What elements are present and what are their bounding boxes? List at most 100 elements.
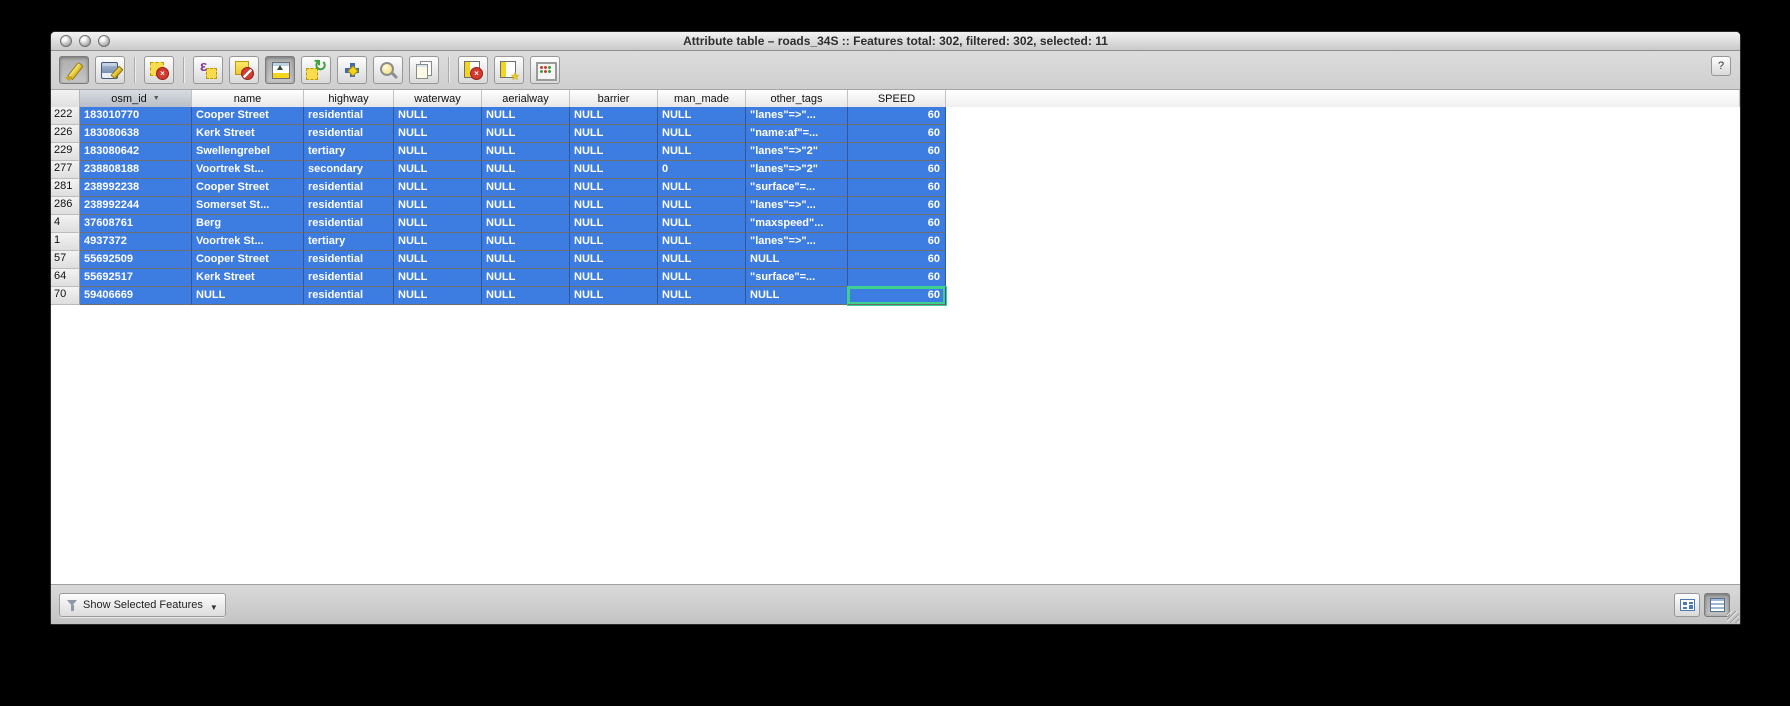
table-cell[interactable]: Voortrek St... bbox=[192, 233, 304, 251]
column-header-osm_id[interactable]: osm_id▼ bbox=[80, 90, 192, 107]
table-cell[interactable]: 238808188 bbox=[80, 161, 192, 179]
table-cell[interactable]: "surface"=... bbox=[746, 179, 848, 197]
table-cell[interactable]: NULL bbox=[570, 233, 658, 251]
copy-selected-button[interactable] bbox=[409, 56, 439, 84]
table-cell[interactable]: "maxspeed"... bbox=[746, 215, 848, 233]
table-cell[interactable]: NULL bbox=[482, 287, 570, 305]
table-cell[interactable]: 238992244 bbox=[80, 197, 192, 215]
table-cell[interactable]: NULL bbox=[394, 215, 482, 233]
row-header[interactable]: 1 bbox=[51, 233, 80, 251]
row-header[interactable]: 226 bbox=[51, 125, 80, 143]
table-cell[interactable]: Cooper Street bbox=[192, 107, 304, 125]
table-cell[interactable]: NULL bbox=[658, 269, 746, 287]
table-cell[interactable]: 0 bbox=[658, 161, 746, 179]
table-cell[interactable]: residential bbox=[304, 215, 394, 233]
table-cell[interactable]: 60 bbox=[848, 287, 946, 305]
table-cell[interactable]: residential bbox=[304, 269, 394, 287]
column-header-barrier[interactable]: barrier bbox=[570, 90, 658, 107]
delete-column-button[interactable] bbox=[458, 56, 488, 84]
table-cell[interactable]: residential bbox=[304, 125, 394, 143]
table-cell[interactable]: NULL bbox=[658, 107, 746, 125]
row-header[interactable]: 57 bbox=[51, 251, 80, 269]
table-cell[interactable]: 60 bbox=[848, 251, 946, 269]
table-cell[interactable]: NULL bbox=[482, 161, 570, 179]
table-cell[interactable]: NULL bbox=[394, 287, 482, 305]
pan-to-selected-button[interactable] bbox=[337, 56, 367, 84]
table-cell[interactable]: "lanes"=>"... bbox=[746, 233, 848, 251]
move-selection-to-top-button[interactable] bbox=[265, 56, 295, 84]
row-header[interactable]: 70 bbox=[51, 287, 80, 305]
table-cell[interactable]: 55692517 bbox=[80, 269, 192, 287]
table-cell[interactable]: secondary bbox=[304, 161, 394, 179]
zoom-window-button[interactable] bbox=[98, 35, 110, 47]
column-header-highway[interactable]: highway bbox=[304, 90, 394, 107]
table-cell[interactable]: NULL bbox=[570, 161, 658, 179]
table-cell[interactable]: Voortrek St... bbox=[192, 161, 304, 179]
table-cell[interactable]: "lanes"=>"2" bbox=[746, 143, 848, 161]
table-cell[interactable]: Kerk Street bbox=[192, 125, 304, 143]
delete-selected-button[interactable] bbox=[144, 56, 174, 84]
table-cell[interactable]: 60 bbox=[848, 107, 946, 125]
help-button[interactable]: ? bbox=[1711, 56, 1731, 76]
table-cell[interactable]: 60 bbox=[848, 161, 946, 179]
row-header[interactable]: 277 bbox=[51, 161, 80, 179]
table-cell[interactable]: NULL bbox=[658, 215, 746, 233]
invert-selection-button[interactable] bbox=[301, 56, 331, 84]
row-header[interactable]: 64 bbox=[51, 269, 80, 287]
table-cell[interactable]: residential bbox=[304, 197, 394, 215]
table-cell[interactable]: "lanes"=>"... bbox=[746, 197, 848, 215]
table-cell[interactable]: NULL bbox=[482, 251, 570, 269]
table-cell[interactable]: NULL bbox=[570, 125, 658, 143]
table-cell[interactable]: NULL bbox=[658, 179, 746, 197]
column-header-aerialway[interactable]: aerialway bbox=[482, 90, 570, 107]
table-cell[interactable]: Cooper Street bbox=[192, 251, 304, 269]
table-cell[interactable]: 60 bbox=[848, 215, 946, 233]
table-cell[interactable]: "lanes"=>"... bbox=[746, 107, 848, 125]
table-cell[interactable]: 183080642 bbox=[80, 143, 192, 161]
table-cell[interactable]: NULL bbox=[482, 107, 570, 125]
table-cell[interactable]: NULL bbox=[658, 233, 746, 251]
table-cell[interactable]: NULL bbox=[570, 107, 658, 125]
table-cell[interactable]: NULL bbox=[658, 143, 746, 161]
table-cell[interactable]: NULL bbox=[482, 233, 570, 251]
table-cell[interactable]: NULL bbox=[394, 161, 482, 179]
table-cell[interactable]: Berg bbox=[192, 215, 304, 233]
table-cell[interactable]: 4937372 bbox=[80, 233, 192, 251]
table-cell[interactable]: NULL bbox=[394, 197, 482, 215]
table-cell[interactable]: NULL bbox=[658, 251, 746, 269]
column-header-man_made[interactable]: man_made bbox=[658, 90, 746, 107]
table-cell[interactable]: 183080638 bbox=[80, 125, 192, 143]
table-cell[interactable]: residential bbox=[304, 287, 394, 305]
table-cell[interactable]: NULL bbox=[394, 125, 482, 143]
table-cell[interactable]: NULL bbox=[482, 125, 570, 143]
table-cell[interactable]: NULL bbox=[394, 143, 482, 161]
table-cell[interactable]: NULL bbox=[658, 197, 746, 215]
table-cell[interactable]: NULL bbox=[482, 215, 570, 233]
table-cell[interactable]: Cooper Street bbox=[192, 179, 304, 197]
table-cell[interactable]: tertiary bbox=[304, 143, 394, 161]
table-cell[interactable]: NULL bbox=[746, 251, 848, 269]
row-header[interactable]: 229 bbox=[51, 143, 80, 161]
zoom-to-selected-button[interactable] bbox=[373, 56, 403, 84]
window-resize-grip[interactable] bbox=[1727, 611, 1739, 623]
table-cell[interactable]: NULL bbox=[570, 143, 658, 161]
table-cell[interactable]: NULL bbox=[570, 269, 658, 287]
table-cell[interactable]: NULL bbox=[482, 143, 570, 161]
table-cell[interactable]: 238992238 bbox=[80, 179, 192, 197]
table-cell[interactable]: NULL bbox=[394, 179, 482, 197]
field-calculator-button[interactable] bbox=[530, 56, 560, 84]
row-header[interactable]: 222 bbox=[51, 107, 80, 125]
table-cell[interactable]: 60 bbox=[848, 179, 946, 197]
table-cell[interactable]: NULL bbox=[570, 179, 658, 197]
table-cell[interactable]: "name:af"=... bbox=[746, 125, 848, 143]
table-cell[interactable]: 183010770 bbox=[80, 107, 192, 125]
table-cell[interactable]: NULL bbox=[192, 287, 304, 305]
table-cell[interactable]: Somerset St... bbox=[192, 197, 304, 215]
table-cell[interactable]: 60 bbox=[848, 143, 946, 161]
table-cell[interactable]: residential bbox=[304, 107, 394, 125]
select-by-expression-button[interactable] bbox=[193, 56, 223, 84]
new-column-button[interactable] bbox=[494, 56, 524, 84]
form-view-button[interactable] bbox=[1674, 593, 1700, 617]
table-cell[interactable]: Swellengrebel bbox=[192, 143, 304, 161]
table-cell[interactable]: residential bbox=[304, 251, 394, 269]
